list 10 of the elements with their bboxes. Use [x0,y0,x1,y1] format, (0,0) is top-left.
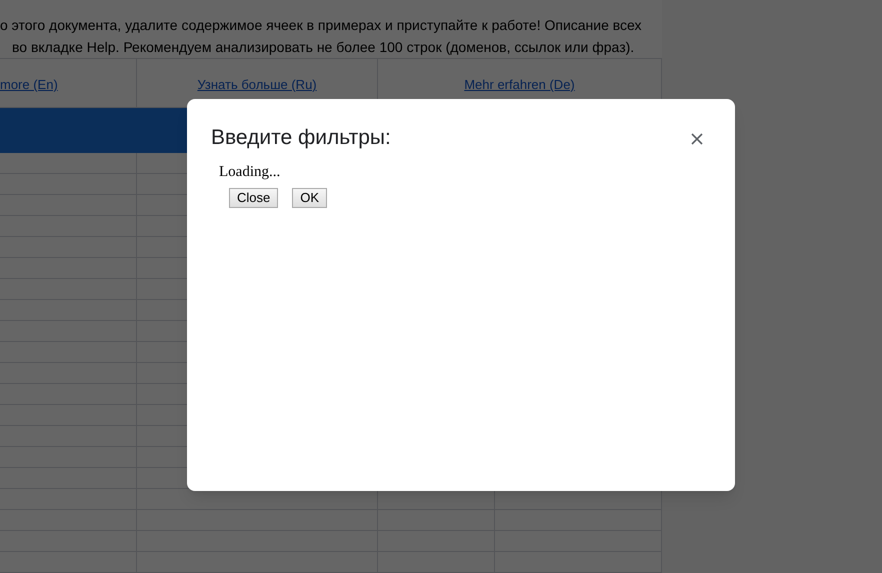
link[interactable]: more (En) [0,77,58,93]
intro-text: о этого документа, удалите содержимое ячеек в примерах и приступайте к работе! Описание всех [0,16,642,35]
dialog-title: Введите фильтры: [211,125,391,151]
close-icon[interactable] [691,133,703,145]
dialog-button[interactable]: OK [292,188,328,208]
loading-text: Loading... [219,163,280,182]
intro-text: во вкладке Help. Рекомендуем анализировать не более 100 строк (доменов, ссылок или фраз). [11,38,634,57]
dialog-button[interactable]: Close [229,188,278,208]
link[interactable]: Mehr erfahren (De) [464,77,575,93]
link[interactable]: Узнать больше (Ru) [197,77,317,93]
